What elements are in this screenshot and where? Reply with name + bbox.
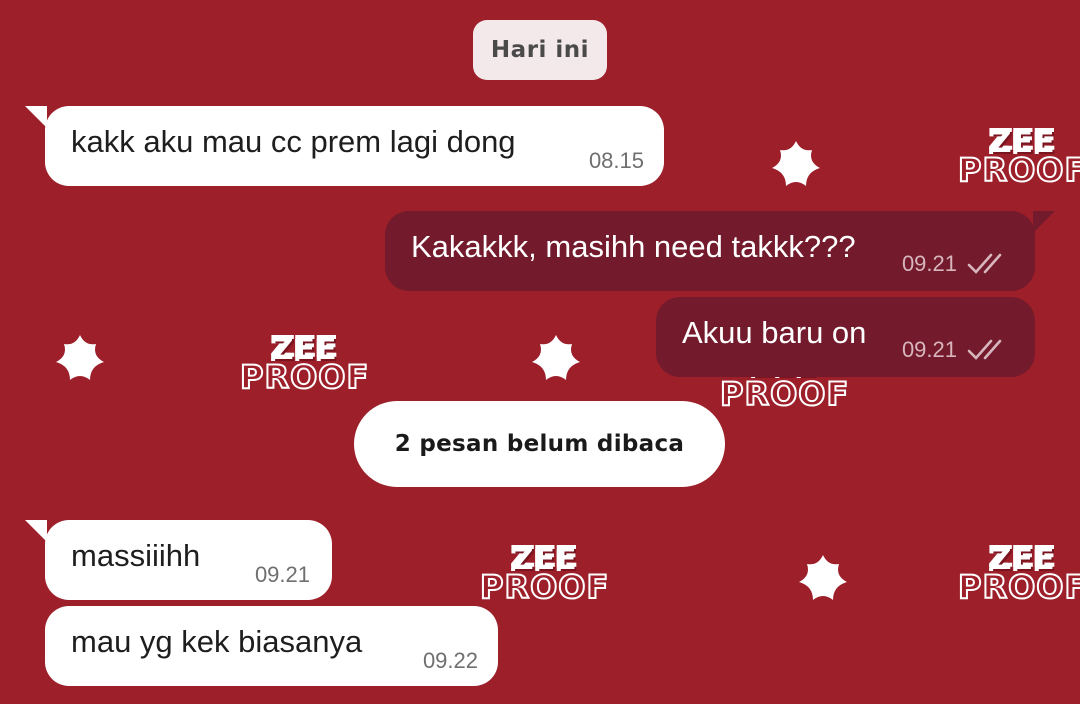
incoming-message-bubble[interactable]: mau yg kek biasanya 09.22 [45,606,498,686]
message-text: kakk aku mau cc prem lagi dong [71,124,516,159]
bubble-tail [25,520,47,542]
double-check-icon [967,339,1002,360]
incoming-message-bubble[interactable]: massiiihh 09.21 [45,520,332,600]
message-text: Akuu baru on [682,315,867,350]
zee-proof-logo: ZEE PROOF [957,125,1080,189]
unread-messages-divider: 2 pesan belum dibaca [354,401,725,487]
outgoing-message-bubble[interactable]: Kakakkk, masihh need takkk??? 09.21 [385,211,1035,291]
star-icon [532,335,580,380]
date-divider: Hari ini [473,20,607,80]
message-time: 09.21 [901,337,957,362]
incoming-message-bubble[interactable]: kakk aku mau cc prem lagi dong 08.15 [45,106,664,186]
zee-proof-logo: ZEE PROOF [239,332,370,396]
zee-proof-logo: ZEE PROOF [957,542,1080,606]
message-text: mau yg kek biasanya [71,624,363,659]
zee-proof-logo: ZEE PROOF [479,542,610,606]
star-icon [56,335,104,380]
bubble-tail [25,106,47,128]
star-icon [799,555,847,600]
message-text: massiiihh [71,538,201,573]
message-time: 09.21 [254,562,310,587]
double-check-icon [967,253,1002,274]
outgoing-message-bubble[interactable]: Akuu baru on 09.21 [656,297,1035,377]
message-time: 08.15 [588,148,644,173]
star-icon [772,141,820,186]
message-time: 09.21 [901,251,957,276]
message-time: 09.22 [422,648,478,673]
bubble-tail [1033,211,1055,233]
message-text: Kakakkk, masihh need takkk??? [411,229,856,264]
